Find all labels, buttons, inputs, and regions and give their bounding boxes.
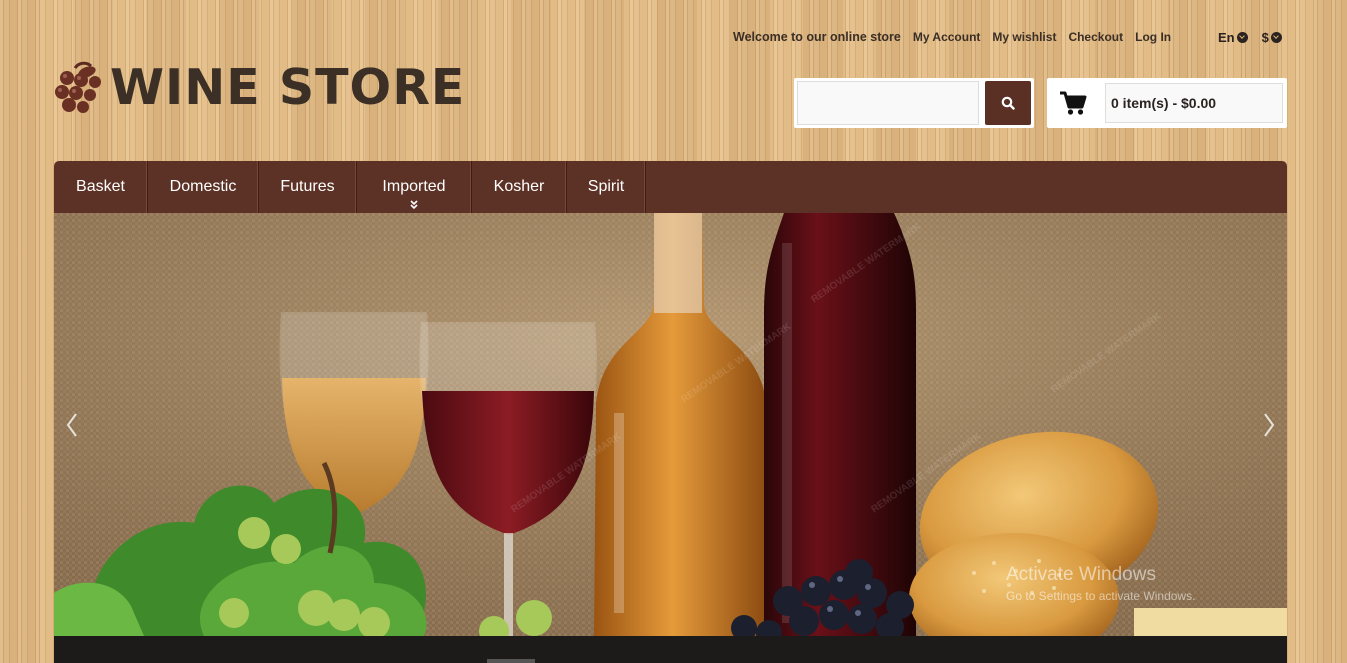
language-currency-selectors: En $ — [1218, 30, 1296, 45]
search-bar — [794, 78, 1034, 128]
search-icon — [1001, 96, 1015, 110]
nav-item-label: Spirit — [587, 178, 625, 195]
cart-widget: 0 item(s) - $0.00 — [1047, 78, 1287, 128]
activation-subtitle: Go to Settings to activate Windows. — [1006, 589, 1196, 603]
language-dropdown[interactable]: En — [1218, 30, 1248, 45]
chevron-left-icon[interactable] — [64, 411, 80, 439]
currency-value: $ — [1261, 30, 1269, 45]
chevron-down-icon — [1270, 32, 1282, 43]
nav-item-spirit[interactable]: Spirit — [567, 161, 646, 213]
grapes-icon — [55, 61, 101, 113]
nav-item-basket[interactable]: Basket — [54, 161, 148, 213]
shopping-cart-icon[interactable] — [1059, 90, 1087, 116]
store-logo[interactable]: WINE STORE — [53, 60, 465, 114]
hero-slider: REMOVABLE WATERMARK REMOVABLE WATERMARK … — [54, 213, 1287, 636]
log-in-link[interactable]: Log In — [1135, 30, 1171, 44]
nav-item-label: Domestic — [169, 178, 237, 195]
nav-item-imported[interactable]: Imported — [357, 161, 472, 213]
slider-pager-indicator[interactable] — [487, 659, 535, 663]
chevron-down-icon — [1236, 32, 1248, 43]
search-input[interactable] — [797, 81, 979, 125]
language-value: En — [1218, 30, 1235, 45]
my-wishlist-link[interactable]: My wishlist — [992, 30, 1056, 44]
store-name: WINE STORE — [110, 58, 466, 116]
my-account-link[interactable]: My Account — [913, 30, 981, 44]
nav-item-futures[interactable]: Futures — [259, 161, 357, 213]
currency-dropdown[interactable]: $ — [1262, 30, 1282, 45]
checkout-link[interactable]: Checkout — [1068, 30, 1123, 44]
double-chevron-down-icon — [410, 200, 418, 210]
nav-item-domestic[interactable]: Domestic — [148, 161, 259, 213]
search-button[interactable] — [985, 81, 1031, 125]
activation-title: Activate Windows — [1006, 564, 1156, 585]
slider-footer-bar — [54, 636, 1287, 663]
cart-summary[interactable]: 0 item(s) - $0.00 — [1105, 83, 1283, 123]
chevron-right-icon[interactable] — [1261, 411, 1277, 439]
os-activation-notice: Activate Windows Go to Settings to activ… — [1006, 564, 1195, 603]
welcome-message: Welcome to our online store — [733, 30, 901, 44]
main-navigation: Basket Domestic Futures Imported Kosher … — [54, 161, 1287, 213]
nav-item-label: Kosher — [493, 178, 545, 195]
nav-item-kosher[interactable]: Kosher — [472, 161, 567, 213]
top-links-bar: Welcome to our online store My Account M… — [733, 30, 1183, 44]
nav-item-label: Imported — [382, 178, 446, 195]
nav-item-label: Basket — [76, 178, 125, 195]
nav-item-label: Futures — [280, 178, 335, 195]
